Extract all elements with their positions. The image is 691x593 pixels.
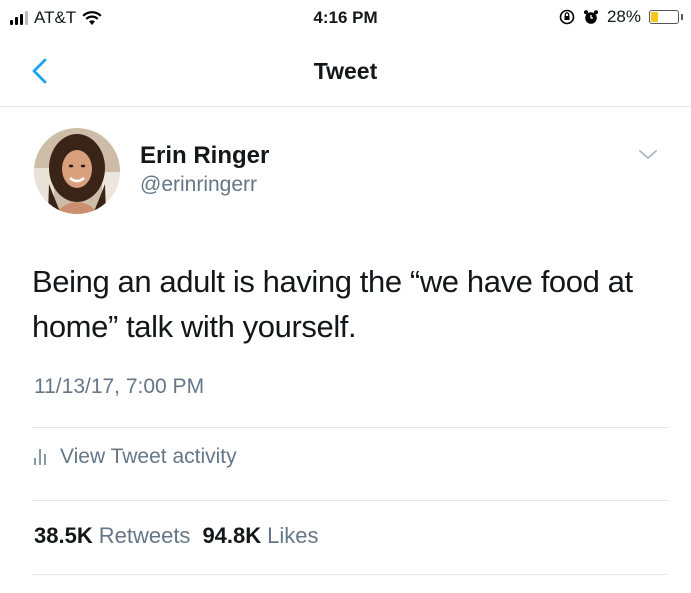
tweet-stats: 38.5K Retweets 94.8K Likes <box>34 523 319 549</box>
tweet-timestamp: 11/13/17, 7:00 PM <box>34 375 205 398</box>
retweets-label: Retweets <box>98 523 191 548</box>
divider <box>32 574 668 575</box>
avatar[interactable] <box>34 128 120 214</box>
likes-label: Likes <box>267 523 319 548</box>
likes-stat[interactable]: 94.8K Likes <box>202 523 318 549</box>
author-name[interactable]: Erin Ringer <box>140 142 269 170</box>
divider <box>32 427 668 428</box>
page-title: Tweet <box>313 58 378 84</box>
battery-percent: 28% <box>606 7 641 26</box>
retweets-stat[interactable]: 38.5K Retweets <box>34 523 190 549</box>
likes-count: 94.8K <box>202 523 262 548</box>
author-handle[interactable]: @erinringerr <box>140 173 257 197</box>
activity-bars-icon <box>34 449 46 465</box>
status-bar: AT&T 4:16 PM 28% <box>0 0 691 38</box>
tweet-text: Being an adult is having the “we have fo… <box>32 264 633 344</box>
orientation-lock-icon <box>559 9 575 25</box>
nav-bar: Tweet <box>0 40 691 107</box>
chevron-down-icon[interactable] <box>636 146 660 164</box>
divider <box>32 500 668 501</box>
battery-fill <box>651 12 658 22</box>
alarm-icon <box>583 10 598 24</box>
battery-icon <box>649 10 683 24</box>
status-right: 28% <box>559 7 683 27</box>
retweets-count: 38.5K <box>34 523 93 548</box>
activity-label: View Tweet activity <box>60 445 237 468</box>
view-tweet-activity-button[interactable]: View Tweet activity <box>34 445 237 469</box>
